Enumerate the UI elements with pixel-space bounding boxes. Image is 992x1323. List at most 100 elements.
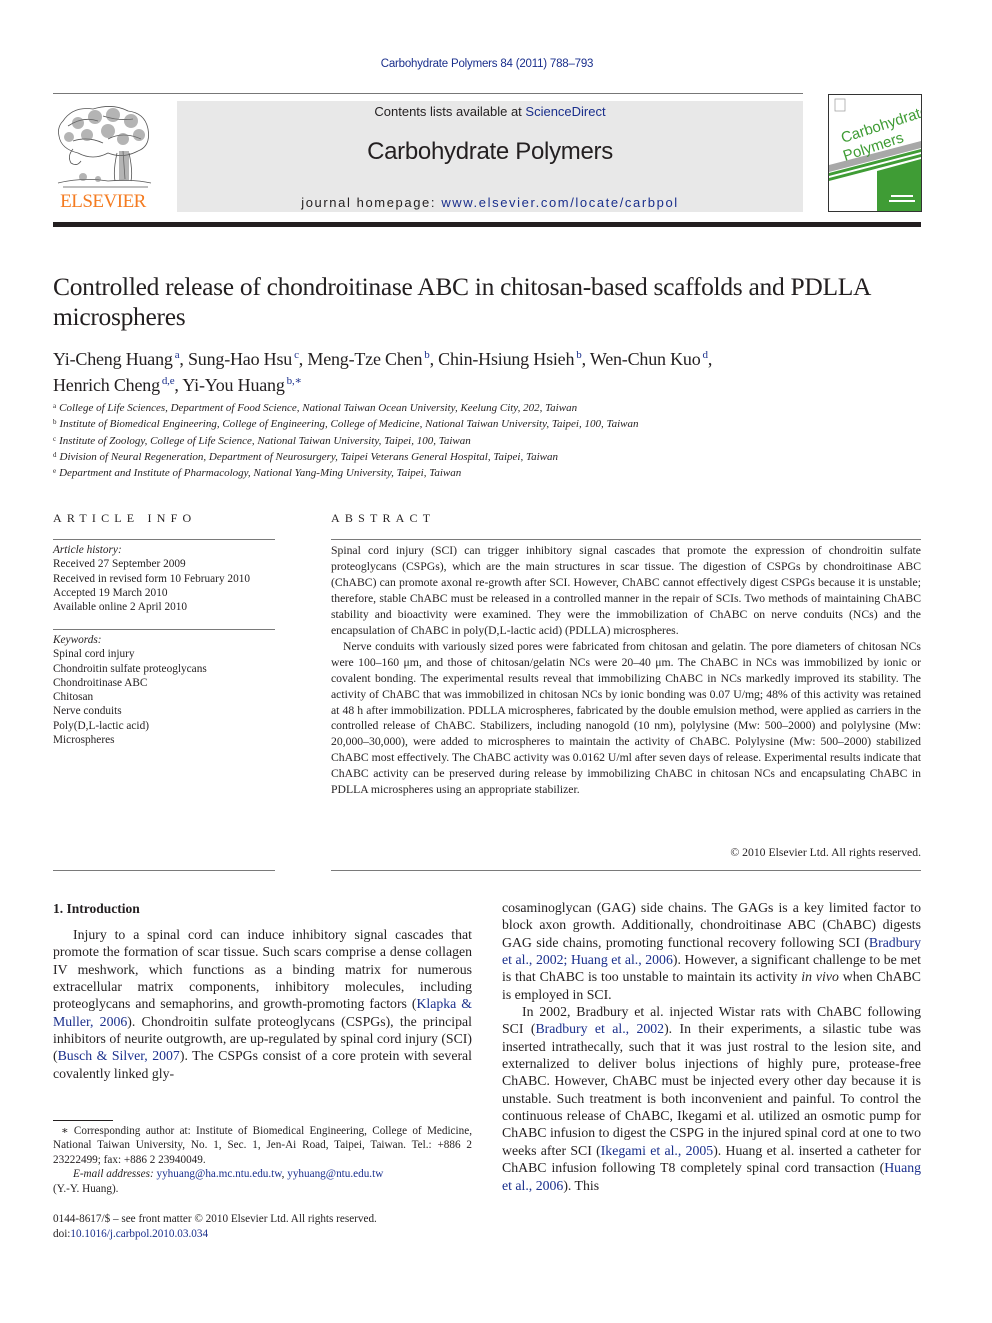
journal-title: Carbohydrate Polymers [367,138,613,165]
history-item: Available online 2 April 2010 [53,601,188,614]
elsevier-logo[interactable]: ELSEVIER [53,101,153,213]
homepage-link[interactable]: www.elsevier.com/locate/carbpol [441,195,678,210]
body-text: ). This [563,1177,600,1193]
citation-link[interactable]: Busch & Silver, 2007 [58,1048,180,1063]
contents-prefix: Contents lists available at [374,104,526,119]
author-affiliation-ref[interactable]: b [576,349,582,361]
affiliation-key: a [53,402,57,410]
journal-citation[interactable]: Carbohydrate Polymers 84 (2011) 788–793 [0,58,974,70]
body-text-italic: in vivo [801,969,839,985]
article-title: Controlled release of chondroitinase ABC… [53,272,870,331]
doi-line: doi:10.1016/j.carbpol.2010.03.034 [53,1227,472,1242]
abstract-copyright: © 2010 Elsevier Ltd. All rights reserved… [730,846,921,859]
author-affiliation-ref[interactable]: d [703,349,709,361]
keyword: Chondroitinase ABC [53,676,148,689]
author[interactable]: Yi-You Huang [182,375,284,395]
author[interactable]: Henrich Cheng [53,375,160,395]
divider [331,870,921,871]
body-column-right: cosaminoglycan (GAG) side chains. The GA… [502,899,921,1194]
affiliation-key: e [53,467,57,476]
author-affiliation-ref[interactable]: c [294,349,299,361]
author[interactable]: Yi-Cheng Huang [53,349,173,369]
author-affiliation-ref[interactable]: b,∗ [287,375,302,387]
body-text: ). In their experiments, a silastic tube… [502,1021,921,1158]
author[interactable]: Meng-Tze Chen [307,349,422,369]
doi-prefix: doi: [53,1228,71,1240]
divider [53,629,275,630]
divider [53,539,275,540]
abstract-heading: ABSTRACT [331,511,436,525]
header-thick-rule [53,222,921,227]
email-link[interactable]: yyhuang@ha.mc.ntu.edu.tw [156,1168,281,1180]
section-heading-introduction: 1. Introduction [53,901,140,916]
sciencedirect-link[interactable]: ScienceDirect [525,104,605,119]
abstract-body: Spinal cord injury (SCI) can trigger inh… [331,543,921,798]
affiliation-text: Institute of Zoology, College of Life Sc… [59,434,471,447]
email-line: E-mail addresses: yyhuang@ha.mc.ntu.edu.… [53,1167,472,1181]
citation-link[interactable]: Bradbury et al., 2002 [535,1021,664,1036]
article-history: Article history: Received 27 September 2… [53,543,275,614]
author[interactable]: Sung-Hao Hsu [188,349,292,369]
divider [53,870,275,871]
affiliation-text: Department and Institute of Pharmacology… [59,467,462,480]
journal-banner: Contents lists available at ScienceDirec… [177,101,803,212]
affiliation: a College of Life Sciences, Department of… [53,399,933,415]
history-item: Received 27 September 2009 [53,558,186,571]
affiliation-key: c [53,434,57,443]
keyword: Chitosan [53,691,94,704]
abstract-paragraph: Nerve conduits with variously sized pore… [331,639,921,797]
keyword: Spinal cord injury [53,648,135,661]
keyword: Poly(D,L-lactic acid) [53,719,149,732]
author[interactable]: Wen-Chun Kuo [590,349,701,369]
affiliation-text: College of Life Sciences, Department of … [59,402,578,414]
email-owner: (Y.-Y. Huang). [53,1182,119,1195]
history-item: Accepted 19 March 2010 [53,586,168,599]
issn-line: 0144-8617/$ – see front matter © 2010 El… [53,1213,377,1225]
keywords-label: Keywords: [53,634,102,646]
affiliation-key: b [53,418,57,427]
article-info-heading: ARTICLE INFO [53,511,197,525]
keyword: Microspheres [53,734,115,747]
author-affiliation-ref[interactable]: d,e [162,375,175,387]
header-rule [53,93,803,94]
corresponding-author-text: ∗ Corresponding author at: Institute of … [53,1125,472,1166]
email-label: E-mail addresses: [73,1168,154,1181]
citation-link[interactable]: Ikegami et al., 2005 [601,1143,714,1158]
journal-cover-thumbnail[interactable]: Carbohydrate Polymers [828,94,922,212]
body-text: Injury to a spinal cord can induce inhib… [53,927,472,1012]
history-label: Article history: [53,544,122,556]
front-matter: 0144-8617/$ – see front matter © 2010 El… [53,1212,472,1242]
doi-link[interactable]: 10.1016/j.carbpol.2010.03.034 [70,1228,208,1240]
elsevier-tree-icon [57,106,152,188]
body-paragraph: cosaminoglycan (GAG) side chains. The GA… [502,899,921,1003]
history-item: Received in revised form 10 February 201… [53,572,251,585]
affiliation-text: Division of Neural Regeneration, Departm… [59,450,558,463]
body-text: cosaminoglycan (GAG) side chains. The GA… [502,900,921,950]
author-affiliation-ref[interactable]: b [424,349,430,361]
affiliation: d Division of Neural Regeneration, Depart… [53,448,933,464]
author-affiliation-ref[interactable]: a [175,349,180,361]
elsevier-wordmark: ELSEVIER [60,191,146,212]
keyword: Chondroitin sulfate proteoglycans [53,662,207,675]
author[interactable]: Chin-Hsiung Hsieh [438,349,574,369]
divider [331,539,921,540]
affiliation-list: a College of Life Sciences, Department of… [53,399,933,480]
affiliation: e Department and Institute of Pharmacolog… [53,464,933,480]
keywords: Keywords: Spinal cord injury Chondroitin… [53,633,275,747]
body-paragraph: Injury to a spinal cord can induce inhib… [53,926,472,1082]
corresponding-author-footnote: ∗ Corresponding author at: Institute of … [53,1124,472,1196]
body-paragraph: In 2002, Bradbury et al. injected Wistar… [502,1003,921,1194]
affiliation-text: Institute of Biomedical Engineering, Col… [59,418,639,431]
keyword: Nerve conduits [53,705,122,718]
body-column-left: Injury to a spinal cord can induce inhib… [53,926,472,1082]
affiliation: c Institute of Zoology, College of Life S… [53,432,933,448]
abstract-paragraph: Spinal cord injury (SCI) can trigger inh… [331,544,921,637]
affiliation-key: d [53,450,57,459]
homepage-prefix: journal homepage: [301,195,442,210]
footnote-rule [53,1120,113,1121]
author-list: Yi-Cheng Huang a, Sung-Hao Hsu c, Meng-Tze… [53,349,713,395]
contents-line: Contents lists available at ScienceDirec… [177,104,803,119]
affiliation: b Institute of Biomedical Engineering, Co… [53,415,933,431]
email-link[interactable]: yyhuang@ntu.edu.tw [287,1168,383,1180]
journal-homepage: journal homepage: www.elsevier.com/locat… [177,195,803,210]
